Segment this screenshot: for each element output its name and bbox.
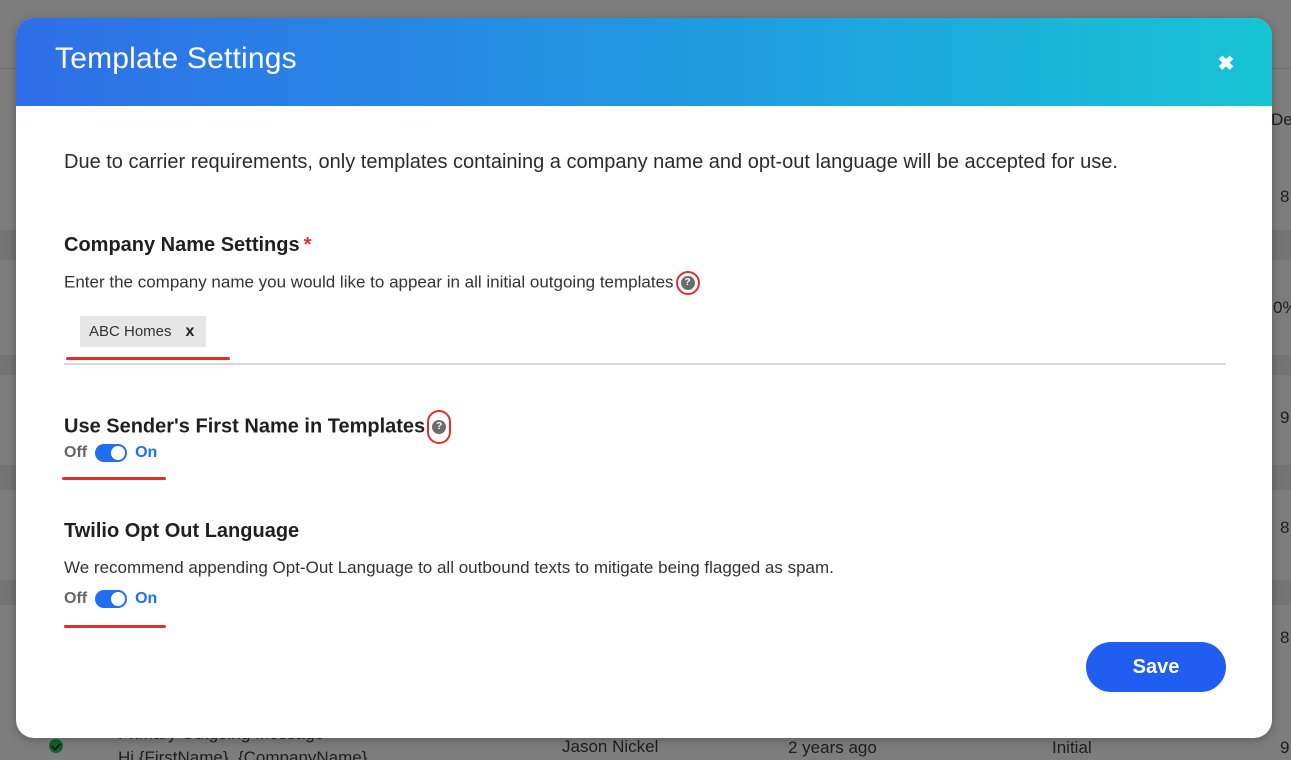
annotation-underline	[64, 625, 166, 628]
background-cell: 9	[1280, 738, 1290, 757]
company-name-help[interactable]: ?	[675, 271, 700, 295]
carrier-requirements-notice: Due to carrier requirements, only templa…	[64, 151, 1118, 173]
toggle-on-label: On	[135, 590, 158, 607]
opt-out-heading: Twilio Opt Out Language	[64, 520, 300, 542]
company-name-tag-label: ABC Homes	[89, 323, 172, 340]
sender-first-name-toggle[interactable]	[95, 444, 128, 462]
toggle-off-label: Off	[64, 444, 88, 461]
company-name-description-row: Enter the company name you would like to…	[64, 271, 700, 295]
annotation-underline	[66, 357, 230, 360]
save-button[interactable]: Save	[1086, 642, 1226, 692]
company-name-settings-heading: Company Name Settings *	[64, 234, 311, 257]
background-row-subtitle: Hi {FirstName}, {CompanyName}	[118, 748, 368, 760]
template-settings-modal: Template Settings ✖ Due to carrier requi…	[16, 18, 1272, 738]
background-column-header: De	[1271, 110, 1291, 129]
sender-first-name-heading: Use Sender's First Name in Templates?	[64, 410, 452, 444]
background-cell: 9	[1280, 408, 1290, 427]
modal-header: Template Settings ✖	[16, 18, 1272, 106]
toggle-knob	[111, 446, 126, 460]
toggle-knob	[111, 592, 126, 606]
company-name-settings-title: Company Name Settings	[64, 234, 300, 256]
company-name-tag: ABC Homes x	[80, 316, 207, 347]
background-cell: 8	[1280, 518, 1290, 537]
sender-first-name-toggle-row: Off On	[64, 444, 157, 462]
company-name-input-underline[interactable]	[64, 363, 1226, 365]
background-row-author: Jason Nickel	[562, 737, 659, 756]
background-row-type: Initial	[1052, 738, 1092, 757]
help-icon: ?	[680, 276, 695, 290]
toggle-off-label: Off	[64, 590, 88, 607]
background-row-time: 2 years ago	[788, 738, 877, 757]
status-check-icon	[49, 739, 63, 753]
modal-title: Template Settings	[55, 42, 297, 75]
annotation-underline	[62, 477, 166, 480]
sender-first-name-title: Use Sender's First Name in Templates	[64, 415, 426, 438]
background-cell: 0%	[1273, 298, 1291, 317]
remove-tag-icon[interactable]: x	[186, 323, 195, 341]
opt-out-toggle-row: Off On	[64, 590, 157, 608]
required-marker: *	[303, 234, 312, 256]
opt-out-description: We recommend appending Opt-Out Language …	[64, 558, 834, 577]
toggle-on-label: On	[135, 444, 158, 461]
close-button[interactable]: ✖	[1212, 49, 1240, 77]
background-cell: 8	[1280, 187, 1290, 206]
background-cell: 8	[1280, 628, 1290, 647]
opt-out-toggle[interactable]	[95, 590, 128, 608]
sender-first-name-help[interactable]: ?	[427, 410, 452, 444]
company-name-description: Enter the company name you would like to…	[64, 272, 674, 292]
close-icon: ✖	[1217, 52, 1235, 75]
